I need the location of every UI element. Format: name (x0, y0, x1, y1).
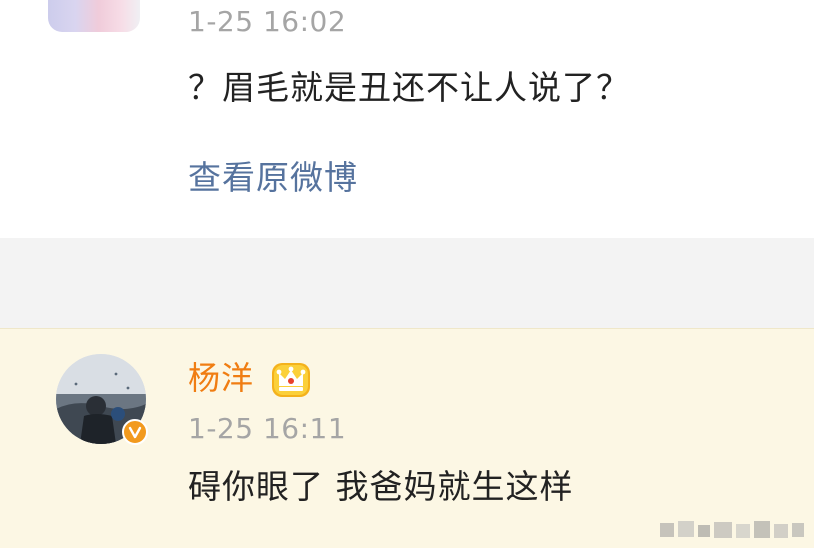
reply-timestamp: 1-25 16:11 (188, 412, 347, 445)
comment-separator (0, 238, 814, 328)
blurred-avatar[interactable] (48, 0, 140, 32)
comment-top: 1-25 16:02 ？眉毛就是丑还不让人说了？ 查看原微博 (0, 0, 814, 238)
comment-timestamp: 1-25 16:02 (188, 5, 347, 38)
reply-username[interactable]: 杨洋 (188, 357, 254, 399)
reply-text: 碍你眼了 我爸妈就生这样 (188, 467, 574, 506)
watermark-mosaic (660, 519, 806, 541)
comment-text: ？眉毛就是丑还不让人说了？ (188, 68, 630, 107)
weibo-comment-screenshot: 1-25 16:02 ？眉毛就是丑还不让人说了？ 查看原微博 杨洋 1-25 1… (0, 0, 814, 548)
comment-reply: 杨洋 1-25 16:11 碍你眼了 我爸妈就生这样 (0, 328, 814, 548)
crown-icon[interactable] (268, 357, 314, 401)
view-original-weibo-link[interactable]: 查看原微博 (188, 156, 358, 200)
verified-v-badge-icon (122, 419, 148, 445)
